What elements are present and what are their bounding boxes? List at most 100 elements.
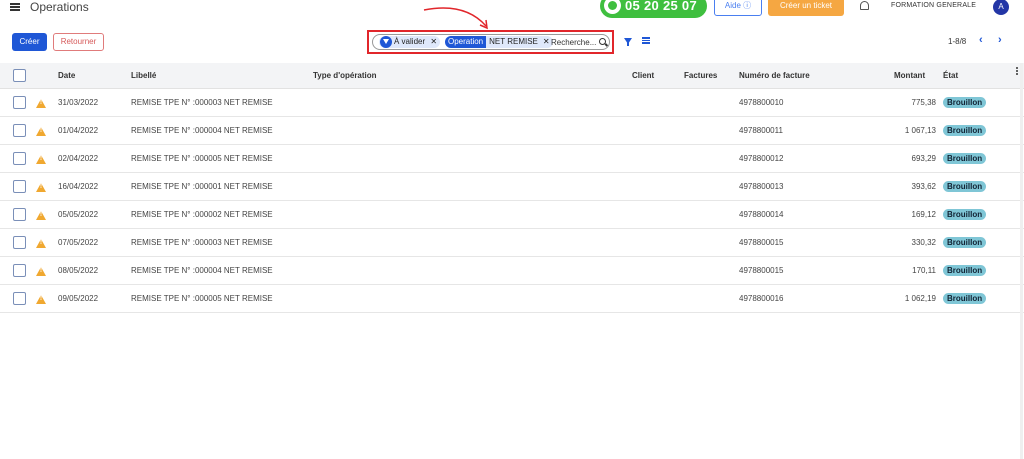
table-row[interactable]: 16/04/2022 REMISE TPE N° :000001 NET REM… bbox=[0, 173, 1024, 201]
help-button[interactable]: Aide ⓘ bbox=[714, 0, 762, 16]
column-invoice-number[interactable]: Numéro de facture bbox=[739, 71, 810, 80]
menu-icon[interactable] bbox=[10, 3, 20, 11]
top-bar: Operations 05 20 25 07 07 Aide ⓘ Créer u… bbox=[0, 0, 1024, 37]
status-badge: Brouillon bbox=[943, 153, 987, 164]
cell-date: 09/05/2022 bbox=[58, 294, 99, 303]
row-checkbox[interactable] bbox=[13, 180, 26, 193]
remove-filter-icon[interactable]: ✕ bbox=[430, 36, 437, 48]
status-badge: Brouillon bbox=[943, 181, 987, 192]
table-row[interactable]: 08/05/2022 REMISE TPE N° :000004 NET REM… bbox=[0, 257, 1024, 285]
column-options-icon[interactable] bbox=[1016, 67, 1018, 77]
support-phone-number: 05 20 25 07 07 bbox=[625, 0, 697, 37]
cell-date: 08/05/2022 bbox=[58, 266, 99, 275]
cell-label: REMISE TPE N° :000004 NET REMISE bbox=[131, 126, 273, 135]
pager-next-icon[interactable]: › bbox=[998, 34, 1002, 46]
avatar[interactable]: A bbox=[993, 0, 1009, 15]
cell-date: 01/04/2022 bbox=[58, 126, 99, 135]
row-checkbox[interactable] bbox=[13, 236, 26, 249]
cell-amount: 170,11 bbox=[912, 266, 936, 275]
cell-date: 31/03/2022 bbox=[58, 98, 99, 107]
column-label[interactable]: Libellé bbox=[131, 71, 156, 80]
headset-icon bbox=[604, 0, 621, 14]
back-button[interactable]: Retourner bbox=[53, 33, 104, 51]
cell-invoice-number: 4978800013 bbox=[739, 182, 784, 191]
row-checkbox[interactable] bbox=[13, 264, 26, 277]
column-client[interactable]: Client bbox=[632, 71, 654, 80]
operation-chip-label: Operation bbox=[445, 36, 487, 48]
pager-range: 1-8/8 bbox=[948, 37, 967, 46]
cell-label: REMISE TPE N° :000003 NET REMISE bbox=[131, 238, 273, 247]
operation-chip[interactable]: Operation NET REMISE ✕ bbox=[445, 36, 553, 48]
cell-date: 16/04/2022 bbox=[58, 182, 99, 191]
search-bar[interactable]: À valider ✕ Operation NET REMISE ✕ bbox=[372, 34, 610, 50]
column-type[interactable]: Type d'opération bbox=[313, 71, 377, 80]
funnel-icon bbox=[380, 36, 392, 48]
table-row[interactable]: 31/03/2022 REMISE TPE N° :000003 NET REM… bbox=[0, 89, 1024, 117]
warning-icon bbox=[36, 127, 46, 136]
status-badge: Brouillon bbox=[943, 293, 987, 304]
remove-operation-icon[interactable]: ✕ bbox=[543, 36, 550, 48]
status-badge: Brouillon bbox=[943, 265, 987, 276]
search-input[interactable] bbox=[551, 36, 599, 48]
cell-label: REMISE TPE N° :000005 NET REMISE bbox=[131, 154, 273, 163]
table-row[interactable]: 07/05/2022 REMISE TPE N° :000003 NET REM… bbox=[0, 229, 1024, 257]
warning-icon bbox=[36, 99, 46, 108]
table-row[interactable]: 01/04/2022 REMISE TPE N° :000004 NET REM… bbox=[0, 117, 1024, 145]
cell-label: REMISE TPE N° :000004 NET REMISE bbox=[131, 266, 273, 275]
bell-icon[interactable] bbox=[860, 1, 869, 10]
cell-label: REMISE TPE N° :000002 NET REMISE bbox=[131, 210, 273, 219]
warning-icon bbox=[36, 267, 46, 276]
select-all-checkbox[interactable] bbox=[13, 69, 26, 82]
column-amount[interactable]: Montant bbox=[894, 71, 925, 80]
cell-date: 05/05/2022 bbox=[58, 210, 99, 219]
search-icon[interactable] bbox=[599, 38, 606, 45]
vertical-scrollbar[interactable] bbox=[1020, 63, 1023, 459]
page-title: Operations bbox=[30, 0, 89, 14]
table-header: Date Libellé Type d'opération Client Fac… bbox=[0, 63, 1024, 89]
table-row[interactable]: 05/05/2022 REMISE TPE N° :000002 NET REM… bbox=[0, 201, 1024, 229]
warning-icon bbox=[36, 295, 46, 304]
filter-icon[interactable] bbox=[624, 38, 632, 46]
status-badge: Brouillon bbox=[943, 209, 987, 220]
create-ticket-button[interactable]: Créer un ticket bbox=[768, 0, 844, 16]
warning-icon bbox=[36, 155, 46, 164]
cell-invoice-number: 4978800010 bbox=[739, 98, 784, 107]
row-checkbox[interactable] bbox=[13, 152, 26, 165]
operations-table: Date Libellé Type d'opération Client Fac… bbox=[0, 63, 1024, 313]
cell-date: 07/05/2022 bbox=[58, 238, 99, 247]
row-checkbox[interactable] bbox=[13, 96, 26, 109]
cell-amount: 1 062,19 bbox=[904, 294, 936, 303]
support-phone-button[interactable]: 05 20 25 07 07 bbox=[600, 0, 707, 37]
table-row[interactable]: 02/04/2022 REMISE TPE N° :000005 NET REM… bbox=[0, 145, 1024, 173]
row-checkbox[interactable] bbox=[13, 124, 26, 137]
cell-invoice-number: 4978800016 bbox=[739, 294, 784, 303]
create-button[interactable]: Créer bbox=[12, 33, 47, 51]
cell-amount: 1 067,13 bbox=[904, 126, 936, 135]
cell-invoice-number: 4978800015 bbox=[739, 266, 784, 275]
cell-amount: 775,38 bbox=[911, 98, 936, 107]
list-view-icon[interactable] bbox=[642, 37, 650, 44]
column-date[interactable]: Date bbox=[58, 71, 75, 80]
status-badge: Brouillon bbox=[943, 97, 987, 108]
status-badge: Brouillon bbox=[943, 237, 987, 248]
row-checkbox[interactable] bbox=[13, 292, 26, 305]
operation-chip-value: NET REMISE bbox=[489, 37, 538, 46]
filter-chip[interactable]: À valider ✕ bbox=[379, 36, 441, 48]
table-row[interactable]: 09/05/2022 REMISE TPE N° :000005 NET REM… bbox=[0, 285, 1024, 313]
column-invoices[interactable]: Factures bbox=[684, 71, 717, 80]
cell-amount: 693,29 bbox=[911, 154, 936, 163]
status-badge: Brouillon bbox=[943, 125, 987, 136]
cell-date: 02/04/2022 bbox=[58, 154, 99, 163]
row-checkbox[interactable] bbox=[13, 208, 26, 221]
pager-prev-icon[interactable]: ‹ bbox=[979, 34, 983, 46]
cell-invoice-number: 4978800015 bbox=[739, 238, 784, 247]
company-name[interactable]: FORMATION GENERALE bbox=[891, 2, 976, 9]
filter-chip-label: À valider bbox=[394, 37, 426, 46]
cell-amount: 330,32 bbox=[911, 238, 936, 247]
warning-icon bbox=[36, 211, 46, 220]
column-state[interactable]: État bbox=[943, 71, 958, 80]
cell-invoice-number: 4978800014 bbox=[739, 210, 784, 219]
cell-label: REMISE TPE N° :000003 NET REMISE bbox=[131, 98, 273, 107]
warning-icon bbox=[36, 183, 46, 192]
cell-label: REMISE TPE N° :000001 NET REMISE bbox=[131, 182, 273, 191]
